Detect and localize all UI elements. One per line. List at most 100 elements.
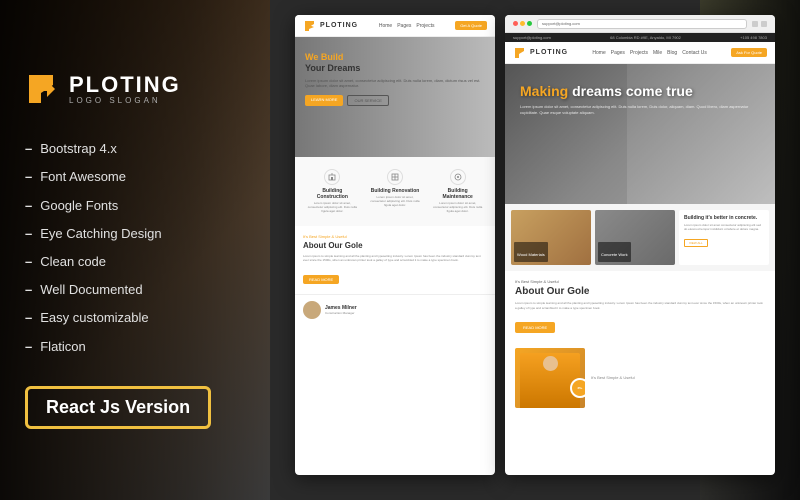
service-desc-1: Lorem ipsum dolor sit amet, consectetur …: [370, 196, 421, 208]
url-nav-icon-2: [761, 21, 767, 27]
service-card-2: Building Maintenance Lorem ipsum dolor s…: [428, 165, 487, 218]
right-about: It's Best Simple & Useful About Our Gole…: [505, 271, 775, 342]
about-btn[interactable]: READ MORE: [303, 275, 339, 284]
top-info-bar: support@ploting.com 68 Colombia RD #9E, …: [505, 33, 775, 42]
mockup-wrapper: PLOTING Home Pages Projects Get A Quote …: [295, 15, 775, 485]
logo-slogan: LOGO SLOGAN: [69, 96, 181, 105]
service-desc-0: Lorem ipsum dolor sit amet, consectetur …: [307, 202, 358, 214]
dot-green: [527, 21, 532, 26]
mockup-left-hero-title: We Build Your Dreams: [305, 52, 485, 74]
worker-head: [543, 356, 558, 371]
logo-area: PLOTING LOGO SLOGAN: [25, 71, 255, 107]
about-text: Lorem ipsum to simple learning and all t…: [303, 254, 487, 263]
feature-item-5: Well Documented: [25, 276, 255, 304]
service-icon-1: [387, 169, 403, 185]
img-wood-text: Wood Materials: [517, 252, 545, 257]
mockup-left-nav-btn[interactable]: Get A Quote: [455, 21, 487, 30]
hero-title-rest: Your Dreams: [305, 63, 360, 73]
hero-title-highlight: We Build: [305, 52, 343, 62]
worker-figure: [520, 353, 580, 408]
hero-right-title: Making dreams come true: [520, 84, 765, 99]
logo-text-group: PLOTING LOGO SLOGAN: [69, 74, 181, 105]
card-text: Lorem ipsum dolor sit amet consectetur a…: [684, 223, 764, 231]
right-nav-blog: Blog: [667, 50, 677, 56]
right-panel: PLOTING Home Pages Projects Get A Quote …: [280, 0, 800, 500]
hero-right-text: Making dreams come true Lorem ipsum dolo…: [520, 84, 765, 122]
right-nav-contact: Contact Us: [682, 50, 707, 56]
mockup-right-logo-text: PLOTING: [530, 49, 568, 56]
worker-img-placeholder: 25+: [515, 348, 585, 408]
url-nav-icons: [752, 21, 767, 27]
nav-link-pages: Pages: [397, 23, 411, 29]
badge-prefix: React Js: [46, 397, 120, 417]
worker-text-area: It's Best Simple & Useful: [591, 375, 765, 382]
mockup-left-hero: We Build Your Dreams Lorem ipsum dolor s…: [295, 37, 495, 157]
hero-title-main: dreams come true: [572, 83, 693, 99]
service-desc-2: Lorem ipsum dolor sit amet, consectetur …: [432, 202, 483, 214]
building-icon: [328, 173, 336, 181]
right-worker-area: 25+ It's Best Simple & Useful: [505, 342, 775, 414]
feature-item-4: Clean code: [25, 248, 255, 276]
badge-suffix: Version: [120, 397, 190, 417]
feature-item-3: Eye Catching Design: [25, 220, 255, 248]
mockup-right-logo-icon: [513, 46, 527, 60]
logo-icon: [25, 71, 61, 107]
dot-red: [513, 21, 518, 26]
img-concrete-label: Concrete Work: [598, 242, 631, 262]
mockup-left-logo: PLOTING: [303, 19, 358, 33]
feature-item-0: Bootstrap 4.x: [25, 135, 255, 163]
right-about-text: Lorem ipsum to simple learning and all t…: [515, 301, 765, 310]
img-concrete: Concrete Work: [595, 210, 675, 265]
right-nav-mile: Mile: [653, 50, 662, 56]
mockup-left-nav: PLOTING Home Pages Projects Get A Quote: [295, 15, 495, 37]
mockup-left-logo-icon: [303, 19, 317, 33]
main-container: PLOTING LOGO SLOGAN Bootstrap 4.x Font A…: [0, 0, 800, 500]
mockup-right-nav-links: Home Pages Projects Mile Blog Contact Us: [592, 50, 707, 56]
url-bar-area: support@ploting.com: [505, 15, 775, 33]
mockup-right-nav-btn[interactable]: Ask For Quote: [731, 48, 767, 57]
url-nav-icon-1: [752, 21, 758, 27]
top-phone: +105 498 7803: [740, 35, 767, 40]
mockup-right-hero: Making dreams come true Lorem ipsum dolo…: [505, 64, 775, 204]
mockup-left-hero-subtitle: Lorem ipsum dolor sit amet, consectetur …: [305, 78, 485, 89]
person-role: Construction Manager: [325, 311, 487, 315]
mockup-left-services: Building Construction Lorem ipsum dolor …: [295, 157, 495, 226]
worker-bottom-label: It's Best Simple & Useful: [591, 375, 765, 380]
feature-item-1: Font Awesome: [25, 163, 255, 191]
hero-btn-service[interactable]: OUR SERVICE: [347, 95, 389, 106]
right-nav-home: Home: [592, 50, 605, 56]
renovation-icon: [391, 173, 399, 181]
right-about-btn[interactable]: READ MORE: [515, 322, 555, 333]
url-bar: support@ploting.com: [537, 19, 747, 29]
url-dots: [513, 21, 532, 26]
hero-btn-learn[interactable]: LEARN MORE: [305, 95, 343, 106]
top-address: 68 Colombia RD #9E, Anyaldo, MI 7902: [610, 35, 681, 40]
services-grid: Building Construction Lorem ipsum dolor …: [303, 165, 487, 218]
feature-item-6: Easy customizable: [25, 304, 255, 332]
url-text: support@ploting.com: [542, 21, 580, 26]
mockup-right: support@ploting.com support@ploting.com …: [505, 15, 775, 475]
maintenance-icon: [454, 173, 462, 181]
service-icon-0: [324, 169, 340, 185]
right-about-label: It's Best Simple & Useful: [515, 279, 765, 284]
right-about-title: About Our Gole: [515, 286, 765, 297]
logo-name: PLOTING: [69, 74, 181, 96]
service-title-2: Building Maintenance: [432, 188, 483, 200]
right-nav-projects: Projects: [630, 50, 648, 56]
top-email: support@ploting.com: [513, 35, 551, 40]
img-wood-label: Wood Materials: [514, 242, 548, 262]
service-card-0: Building Construction Lorem ipsum dolor …: [303, 165, 362, 218]
mockup-left-hero-btns: LEARN MORE OUR SERVICE: [305, 95, 485, 106]
card-btn[interactable]: VIEW ALL: [684, 239, 708, 247]
mockup-right-nav: PLOTING Home Pages Projects Mile Blog Co…: [505, 42, 775, 64]
hero-right-sub: Lorem ipsum dolor sit amet, consectetur …: [520, 104, 765, 115]
service-title-1: Building Renovation: [370, 188, 421, 194]
right-img-grid: Wood Materials Concrete Work Building it…: [505, 204, 775, 271]
person-info: James Milner Construction Manager: [325, 305, 487, 315]
mockup-left-logo-text: PLOTING: [320, 22, 358, 29]
left-panel: PLOTING LOGO SLOGAN Bootstrap 4.x Font A…: [0, 0, 280, 500]
nav-link-home: Home: [379, 23, 392, 29]
about-title: About Our Gole: [303, 241, 487, 250]
feature-item-7: Flaticon: [25, 333, 255, 361]
features-list: Bootstrap 4.x Font Awesome Google Fonts …: [25, 135, 255, 361]
